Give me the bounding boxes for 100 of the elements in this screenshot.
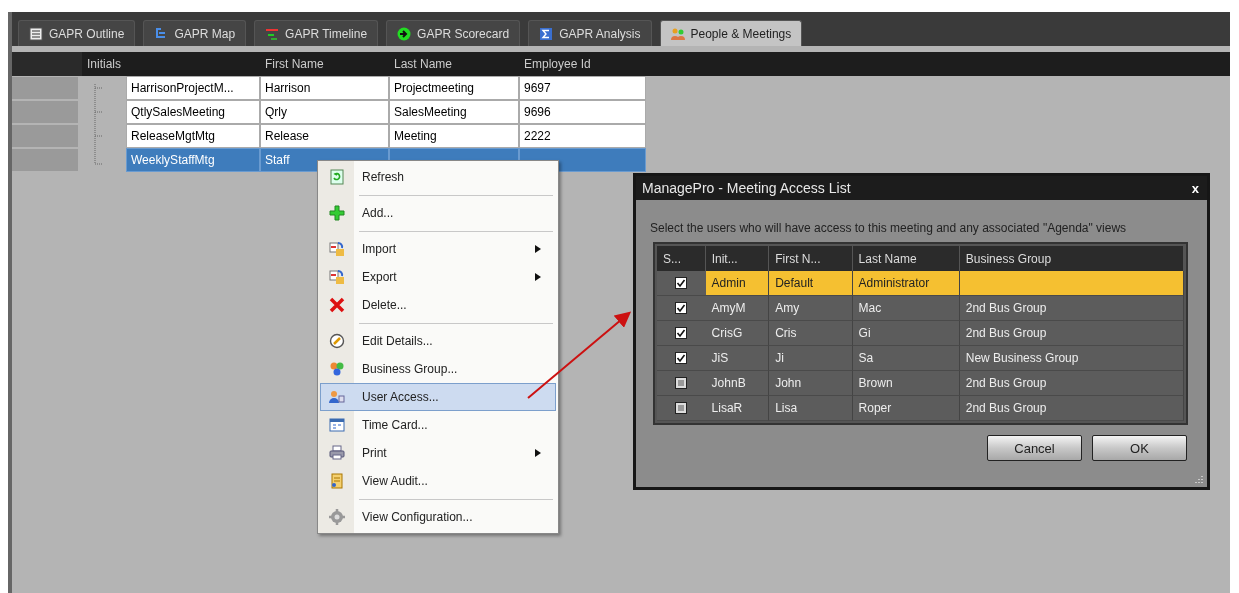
table-cell: Meeting <box>389 124 519 148</box>
table-cell: Roper <box>852 396 960 421</box>
table-cell: 9697 <box>519 76 646 100</box>
table-cell: Amy <box>769 296 853 321</box>
table-cell: Release <box>260 124 389 148</box>
table-cell: WeeklyStaffMtg <box>126 148 260 172</box>
tree-connector <box>94 124 103 148</box>
gear-icon <box>329 509 345 525</box>
table-cell: SalesMeeting <box>389 100 519 124</box>
table-cell: QtlySalesMeeting <box>126 100 260 124</box>
tab[interactable]: GAPR Scorecard <box>386 20 521 46</box>
row-header <box>12 77 78 99</box>
menu-item[interactable]: Time Card... <box>320 411 556 439</box>
table-cell: AmyM <box>705 296 770 321</box>
checkbox[interactable] <box>675 302 688 314</box>
table-cell: Gi <box>852 321 960 346</box>
calendar-icon <box>329 417 345 433</box>
table-cell: Sa <box>852 346 960 371</box>
menu-item[interactable]: Print <box>320 439 556 467</box>
column-header[interactable]: Initials <box>82 52 260 76</box>
export-icon <box>329 269 345 285</box>
table-cell: Projectmeeting <box>389 76 519 100</box>
submenu-arrow-icon <box>535 449 541 457</box>
close-button[interactable]: x <box>1191 180 1199 196</box>
row-header <box>12 125 78 147</box>
table-cell: CrisG <box>705 321 770 346</box>
printer-icon <box>329 445 345 461</box>
dialog-button[interactable]: OK <box>1092 435 1187 461</box>
table-cell: 2nd Bus Group <box>959 396 1184 421</box>
table-cell: John <box>769 371 853 396</box>
sigma-icon <box>539 26 554 41</box>
table-cell: Admin <box>705 271 770 296</box>
submenu-arrow-icon <box>535 245 541 253</box>
menu-item[interactable]: Export <box>320 263 556 291</box>
table-cell: Cris <box>769 321 853 346</box>
tree-connector <box>94 100 103 124</box>
table-cell: LisaR <box>705 396 770 421</box>
menu-item[interactable]: View Configuration... <box>320 495 556 531</box>
column-header[interactable]: Last Name <box>389 52 519 76</box>
table-cell: Qrly <box>260 100 389 124</box>
table-cell: JiS <box>705 346 770 371</box>
resize-grip-icon <box>1194 474 1204 484</box>
checkbox[interactable] <box>675 402 688 414</box>
table-cell: 2nd Bus Group <box>959 296 1184 321</box>
tab[interactable]: GAPR Map <box>143 20 247 46</box>
list-icon <box>29 26 43 41</box>
menu-item[interactable]: Import <box>320 227 556 263</box>
row-header <box>12 149 78 171</box>
table-cell: Lisa <box>769 396 853 421</box>
tab[interactable]: GAPR Outline <box>18 20 136 46</box>
checkbox[interactable] <box>675 352 688 364</box>
dialog-title: ManagePro - Meeting Access List <box>642 180 851 196</box>
table-cell: HarrisonProjectM... <box>126 76 260 100</box>
grid-corner <box>12 52 82 76</box>
column-header[interactable]: Employee Id <box>519 52 646 76</box>
menu-item[interactable]: Business Group... <box>320 355 556 383</box>
row-header <box>12 101 78 123</box>
group-icon <box>329 361 345 377</box>
table-cell: Default <box>769 271 853 296</box>
tab[interactable]: GAPR Timeline <box>254 20 379 46</box>
menu-item[interactable]: User Access... <box>320 383 556 411</box>
table-cell: Brown <box>852 371 960 396</box>
instruction-text: Select the users who will have access to this meeting and any associated "Agenda" views <box>650 221 1128 235</box>
timeline-icon <box>265 26 280 41</box>
column-header[interactable]: First Name <box>260 52 389 76</box>
pencil-circle-icon <box>329 333 345 349</box>
users-icon <box>329 389 345 405</box>
table-cell: 9696 <box>519 100 646 124</box>
document-icon <box>329 473 345 489</box>
column-header[interactable]: First N... <box>769 246 853 271</box>
menu-item[interactable]: Add... <box>320 191 556 227</box>
checkbox[interactable] <box>675 327 688 339</box>
plus-icon <box>329 205 345 221</box>
refresh-icon <box>329 169 345 185</box>
table-cell: 2nd Bus Group <box>959 371 1184 396</box>
table-cell: Ji <box>769 346 853 371</box>
column-header[interactable]: Last Name <box>852 246 960 271</box>
table-cell: ReleaseMgtMtg <box>126 124 260 148</box>
delete-icon <box>329 297 345 313</box>
column-header[interactable]: Init... <box>705 246 770 271</box>
column-header[interactable]: Business Group <box>959 246 1184 271</box>
table-cell: Administrator <box>852 271 960 296</box>
table-cell: 2222 <box>519 124 646 148</box>
table-cell: Mac <box>852 296 960 321</box>
table-cell: New Business Group <box>959 346 1184 371</box>
tab[interactable]: People & Meetings <box>659 20 803 46</box>
import-icon <box>329 241 345 257</box>
table-cell: 2nd Bus Group <box>959 321 1184 346</box>
checkbox[interactable] <box>675 377 688 389</box>
people-icon <box>670 26 685 41</box>
tab[interactable]: GAPR Analysis <box>528 20 652 46</box>
menu-item[interactable]: Edit Details... <box>320 319 556 355</box>
table-cell: JohnB <box>705 371 770 396</box>
table-cell: Harrison <box>260 76 389 100</box>
arrow-circle-icon <box>397 26 412 41</box>
menu-item[interactable]: Delete... <box>320 291 556 319</box>
checkbox[interactable] <box>675 277 688 289</box>
menu-item[interactable]: View Audit... <box>320 467 556 495</box>
dialog-button[interactable]: Cancel <box>987 435 1082 461</box>
column-header[interactable]: S... <box>657 246 706 271</box>
